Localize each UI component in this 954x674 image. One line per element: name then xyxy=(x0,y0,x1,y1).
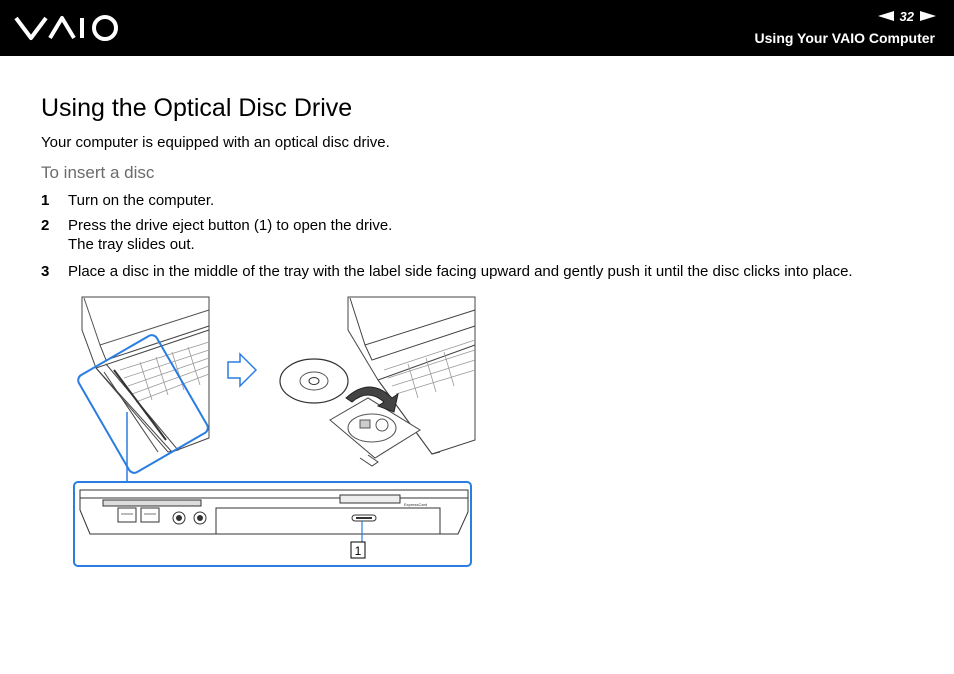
laptop-side-view xyxy=(79,489,469,535)
right-arrow-icon[interactable] xyxy=(920,11,936,21)
right-arrow-icon xyxy=(227,352,258,388)
drive-highlight-box xyxy=(77,334,209,474)
disc-icon xyxy=(279,358,349,404)
left-arrow-icon[interactable] xyxy=(877,11,894,21)
page-navigation: 32 xyxy=(877,8,936,24)
callout-number: 1 xyxy=(355,544,362,558)
intro-text: Your computer is equipped with an optica… xyxy=(41,134,390,151)
procedure-title: To insert a disc xyxy=(41,163,155,182)
expresscard-slot-label: ExpressCard xyxy=(404,502,427,507)
laptop-closeup-right xyxy=(329,296,476,467)
step-text: Turn on the computer. xyxy=(68,192,215,209)
callout-number-box xyxy=(350,541,366,559)
step-number: 1 xyxy=(41,192,50,209)
side-view-callout-box xyxy=(73,481,472,567)
vaio-logo xyxy=(14,15,118,41)
step-number: 3 xyxy=(41,263,50,280)
laptop-closeup-left xyxy=(81,296,210,453)
page-title: Using the Optical Disc Drive xyxy=(41,94,353,122)
step-text: Press the drive eject button (1) to open… xyxy=(68,217,393,234)
section-title: Using Your VAIO Computer xyxy=(754,30,935,46)
step-text: Place a disc in the middle of the tray w… xyxy=(68,263,853,280)
step-text-continued: The tray slides out. xyxy=(68,236,195,253)
page-number: 32 xyxy=(899,8,914,24)
insert-arrow-icon xyxy=(345,386,399,413)
page-header: 32 Using Your VAIO Computer xyxy=(0,0,954,56)
step-number: 2 xyxy=(41,217,50,234)
